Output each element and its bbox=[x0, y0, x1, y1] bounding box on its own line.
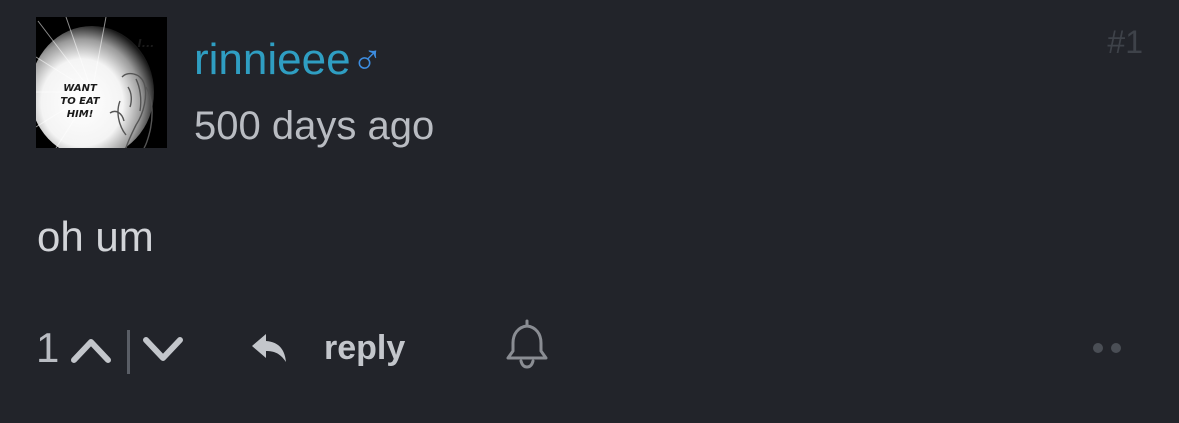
upvote-button[interactable] bbox=[68, 330, 114, 366]
reply-arrow-icon bbox=[252, 334, 286, 362]
manga-avatar-image: I... WANT TO EAT HIM! bbox=[36, 17, 167, 148]
reply-button[interactable]: reply bbox=[248, 322, 405, 374]
male-gender-icon: ♂ bbox=[351, 36, 384, 83]
reply-label: reply bbox=[324, 328, 406, 367]
svg-text:TO EAT: TO EAT bbox=[60, 96, 100, 107]
username-text: rinnieee bbox=[194, 35, 351, 84]
svg-text:I...: I... bbox=[138, 37, 155, 50]
comment-card: I... WANT TO EAT HIM! rinnieee♂ 500 days… bbox=[0, 0, 1179, 423]
vote-divider bbox=[127, 330, 130, 374]
avatar[interactable]: I... WANT TO EAT HIM! bbox=[36, 17, 167, 148]
svg-text:HIM!: HIM! bbox=[67, 109, 94, 120]
bell-icon bbox=[506, 319, 548, 369]
notify-button[interactable] bbox=[502, 318, 552, 370]
chevron-down-icon bbox=[143, 337, 183, 361]
comment-index[interactable]: #1 bbox=[1107, 22, 1143, 62]
username-link[interactable]: rinnieee♂ bbox=[194, 32, 383, 88]
downvote-button[interactable] bbox=[140, 330, 186, 366]
more-dots-icon bbox=[1093, 343, 1121, 353]
comment-actions: 1 reply bbox=[0, 318, 1179, 378]
vote-score: 1 bbox=[36, 324, 60, 371]
svg-text:WANT: WANT bbox=[63, 83, 98, 94]
chevron-up-icon bbox=[71, 339, 111, 363]
more-options-button[interactable] bbox=[1086, 336, 1130, 360]
comment-body: oh um bbox=[37, 213, 154, 260]
comment-timestamp: 500 days ago bbox=[194, 104, 435, 148]
